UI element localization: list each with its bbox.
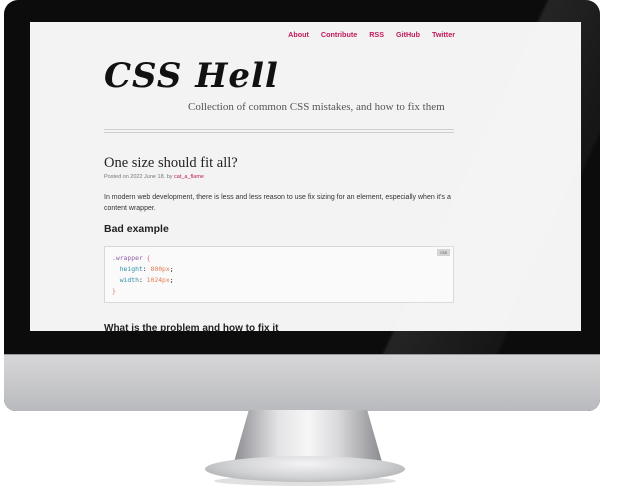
css-selector: .wrapper bbox=[112, 254, 143, 262]
css-value: 800px bbox=[150, 265, 170, 273]
post-title[interactable]: One size should fit all? bbox=[104, 155, 238, 172]
post-meta: Posted on 2022 June 18. by cat_a_flame bbox=[104, 174, 204, 180]
header-divider bbox=[104, 129, 454, 130]
monitor-stand-neck bbox=[234, 410, 382, 462]
nav-link-github[interactable]: GitHub bbox=[396, 30, 420, 39]
nav-link-contribute[interactable]: Contribute bbox=[321, 30, 357, 39]
open-brace: { bbox=[146, 254, 151, 262]
code-lines: .wrapper { height: 800px; width: 1024px;… bbox=[112, 253, 174, 297]
post-intro: In modern web development, there is less… bbox=[104, 194, 451, 212]
author-link[interactable]: cat_a_flame bbox=[174, 174, 204, 180]
nav-link-rss[interactable]: RSS bbox=[369, 30, 384, 39]
top-nav: About Contribute RSS GitHub Twitter bbox=[288, 30, 455, 39]
site-logo-title[interactable]: CSS Hell bbox=[104, 56, 279, 96]
monitor-stand-base bbox=[205, 456, 405, 482]
post-date: Posted on 2022 June 18. by bbox=[104, 174, 175, 180]
header-divider-secondary bbox=[104, 132, 454, 133]
monitor-chin bbox=[4, 354, 600, 411]
site-tagline: Collection of common CSS mistakes, and h… bbox=[188, 101, 445, 113]
css-property: width bbox=[119, 276, 139, 284]
nav-link-about[interactable]: About bbox=[288, 30, 309, 39]
bad-example-heading: Bad example bbox=[104, 223, 169, 235]
css-property: height bbox=[119, 265, 143, 273]
code-line-selector: .wrapper { bbox=[112, 253, 174, 264]
css-value: 1024px bbox=[146, 276, 170, 284]
code-line-height: height: 800px; bbox=[119, 265, 174, 273]
code-line-close: } bbox=[112, 286, 174, 297]
problem-heading: What is the problem and how to fix it bbox=[104, 323, 279, 331]
close-brace: } bbox=[112, 287, 116, 295]
code-block[interactable]: css .wrapper { height: 800px; width: 102… bbox=[104, 246, 454, 303]
code-language-badge: css bbox=[437, 249, 450, 256]
browser-viewport[interactable]: About Contribute RSS GitHub Twitter CSS … bbox=[30, 22, 581, 331]
monitor: About Contribute RSS GitHub Twitter CSS … bbox=[4, 0, 600, 411]
code-line-width: width: 1024px; bbox=[119, 276, 174, 284]
nav-link-twitter[interactable]: Twitter bbox=[432, 30, 455, 39]
